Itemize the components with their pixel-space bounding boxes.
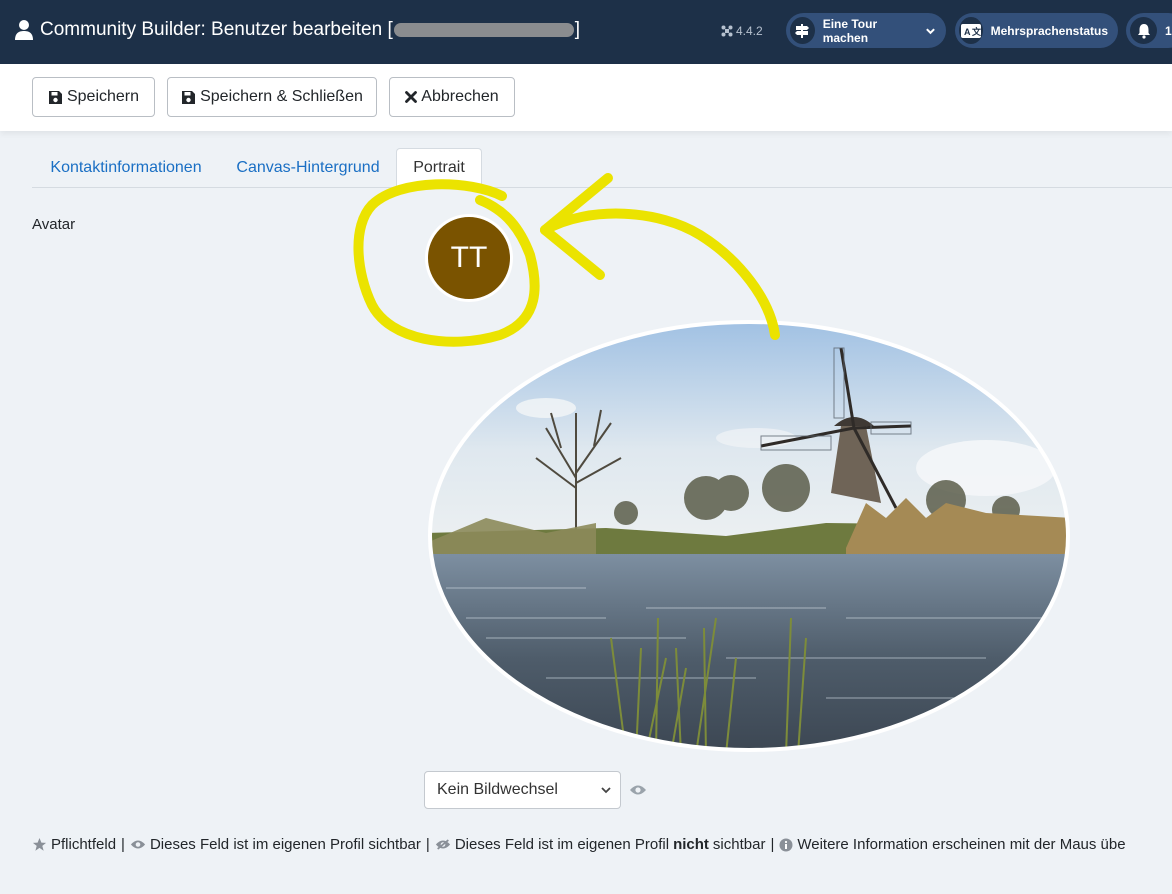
chevron-down-icon (601, 787, 611, 794)
floppy-disk-icon (48, 90, 62, 104)
language-icon: A文 (959, 17, 983, 44)
eye-icon (130, 840, 146, 849)
tab-contact-information[interactable]: Kontaktinformationen (32, 148, 220, 188)
cancel-button[interactable]: Abbrechen (389, 77, 515, 117)
eye-slash-icon (435, 839, 450, 850)
avatar: TT (425, 214, 513, 302)
page-title: Community Builder: Benutzer bearbeiten [… (14, 19, 580, 41)
info-icon (779, 838, 793, 851)
redacted-username (393, 22, 574, 37)
chevron-down-icon (926, 27, 935, 34)
save-and-close-button[interactable]: Speichern & Schließen (167, 77, 377, 117)
signpost-icon (790, 17, 815, 44)
star-icon (32, 837, 47, 851)
svg-text:A: A (964, 27, 971, 37)
eye-icon (630, 785, 646, 795)
field-legend: Pflichtfeld | Dieses Feld ist im eigenen… (32, 836, 1172, 853)
canvas-image-windmill (428, 320, 1070, 752)
take-tour-button[interactable]: Eine Tour machen (786, 13, 946, 48)
avatar-initials: TT (450, 241, 488, 274)
joomla-icon (721, 25, 733, 37)
avatar-field-label: Avatar (32, 216, 76, 233)
svg-text:文: 文 (971, 26, 981, 37)
tab-canvas-background[interactable]: Canvas-Hintergrund (222, 148, 394, 188)
admin-header: Community Builder: Benutzer bearbeiten [… (0, 0, 1172, 64)
tab-portrait[interactable]: Portrait (396, 148, 482, 188)
bell-icon (1130, 17, 1157, 44)
multilanguage-status-button[interactable]: A文 Mehrsprachenstatus (955, 13, 1118, 48)
notifications-button[interactable]: 1 (1126, 13, 1172, 48)
version-badge: 4.4.2 (721, 24, 763, 38)
save-button[interactable]: Speichern (32, 77, 155, 117)
page-title-text: Community Builder: Benutzer bearbeiten [… (40, 19, 581, 40)
close-icon (405, 91, 418, 103)
action-toolbar: Speichern Speichern & Schließen Abbreche… (0, 64, 1172, 131)
floppy-disk-icon (182, 90, 196, 104)
image-change-select[interactable]: Kein Bildwechsel (424, 771, 621, 809)
user-icon (15, 20, 33, 40)
